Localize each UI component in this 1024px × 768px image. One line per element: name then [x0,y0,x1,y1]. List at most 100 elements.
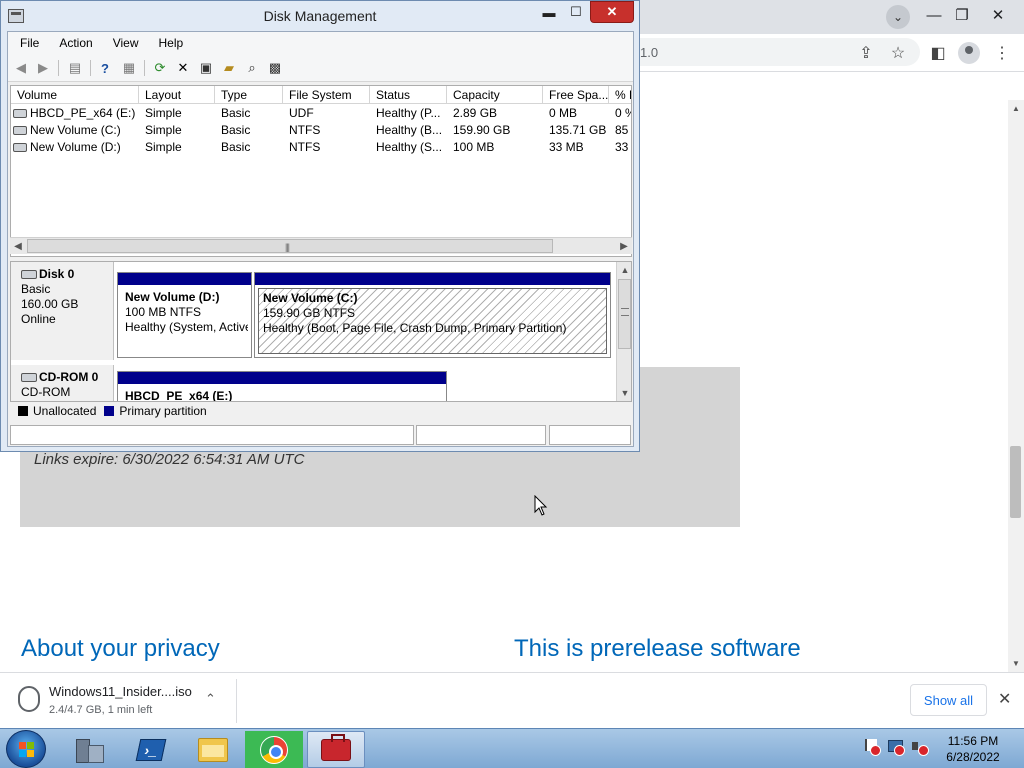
partition-bar [255,273,610,285]
partition-c[interactable]: New Volume (C:) 159.90 GB NTFS Healthy (… [254,272,611,358]
clock-time: 11:56 PM [947,734,999,748]
cell-free-space: 135.71 GB [549,123,607,137]
horizontal-scrollbar[interactable]: ◀ ||| ▶ [10,237,632,254]
side-panel-icon[interactable]: ◧ [926,41,950,65]
partition-info: New Volume (D:) 100 MB NTFS Healthy (Sys… [121,288,248,354]
column-layout[interactable]: Layout [139,86,215,104]
window-titlebar[interactable]: Disk Management ▬ ☐ ✕ [1,1,639,31]
taskbar: ›_ 11:56 PM 6/28/2022 [0,728,1024,768]
cell-status: Healthy (B... [376,123,443,137]
table-row[interactable]: HBCD_PE_x64 (E:) Simple Basic UDF Health… [11,105,631,122]
taskbar-disk-management[interactable] [307,731,365,768]
column-status[interactable]: Status [370,86,447,104]
scroll-right-icon[interactable]: ▶ [616,238,632,254]
start-button[interactable] [6,730,46,768]
cell-capacity: 159.90 GB [453,123,511,137]
table-row[interactable]: New Volume (C:) Simple Basic NTFS Health… [11,122,631,139]
download-file-name[interactable]: Windows11_Insider....iso [49,684,192,699]
taskbar-powershell[interactable]: ›_ [122,731,180,768]
prerelease-heading[interactable]: This is prerelease software [514,635,801,663]
status-pane [549,425,631,445]
delete-icon[interactable]: ✕ [174,59,192,77]
open-folder-icon[interactable]: ▰ [220,59,238,77]
properties-icon[interactable]: ▦ [120,59,138,77]
partition-info: HBCD_PE_x64 (E:) [121,387,443,401]
volume-icon[interactable] [910,737,929,756]
cell-layout: Simple [145,106,182,120]
chevron-up-icon[interactable]: ⌃ [205,691,216,707]
restore-icon[interactable]: ❐ [946,0,978,30]
column-volume[interactable]: Volume [11,86,139,104]
menu-view[interactable]: View [101,36,147,50]
tab-search-chevron-icon[interactable]: ⌄ [886,5,910,29]
scroll-down-icon[interactable]: ▼ [1012,659,1020,668]
column-percent-free[interactable]: % F [609,86,631,104]
refresh-icon[interactable]: ⟳ [151,59,169,77]
partition-d[interactable]: New Volume (D:) 100 MB NTFS Healthy (Sys… [117,272,252,358]
partition-e[interactable]: HBCD_PE_x64 (E:) [117,371,447,401]
search-icon[interactable]: ⌕ [243,59,261,77]
cell-percent-free: 33 [615,140,629,154]
cell-file-system: UDF [289,106,314,120]
back-arrow-icon[interactable]: ◀ [12,59,30,77]
scroll-down-icon[interactable]: ▼ [617,385,631,401]
column-capacity[interactable]: Capacity [447,86,543,104]
system-clock[interactable]: 11:56 PM 6/28/2022 [930,733,1016,765]
help-icon[interactable]: ? [96,59,114,77]
privacy-heading[interactable]: About your privacy [21,635,220,663]
column-file-system[interactable]: File System [283,86,370,104]
column-free-space[interactable]: Free Spa... [543,86,609,104]
cell-capacity: 100 MB [453,140,495,154]
cell-layout: Simple [145,140,182,154]
vertical-scrollbar[interactable]: ▲ ▼ [616,262,631,401]
profile-avatar[interactable] [958,42,980,64]
menu-file[interactable]: File [8,36,47,50]
maximize-button[interactable]: ☐ [563,1,589,23]
menu-action[interactable]: Action [47,36,100,50]
page-scrollbar[interactable]: ▲ ▼ [1008,100,1024,672]
disk-0-label[interactable]: Disk 0 Basic 160.00 GB Online [11,262,114,360]
cell-layout: Simple [145,123,182,137]
status-bar [8,424,633,446]
volume-list: Volume Layout Type File System Status Ca… [10,85,632,257]
clock-date: 6/28/2022 [946,750,1000,764]
network-icon[interactable] [886,737,905,756]
more-menu-icon[interactable]: ⋮ [990,41,1014,65]
close-button[interactable]: ✕ [590,1,634,23]
cell-file-system: NTFS [289,123,321,137]
console-tree-icon[interactable]: ▤ [66,59,84,77]
minimize-button[interactable]: ▬ [535,1,563,23]
scroll-thumb[interactable] [1010,446,1021,518]
scroll-thumb[interactable]: ||| [27,239,553,253]
action-center-flag-icon[interactable] [862,737,881,756]
scroll-thumb[interactable] [618,279,631,349]
legend: Unallocated Primary partition [10,402,632,420]
check-icon[interactable]: ▣ [197,59,215,77]
show-all-button[interactable]: Show all [910,684,987,716]
close-icon[interactable]: ✕ [982,0,1014,30]
forward-arrow-icon[interactable]: ▶ [34,59,52,77]
taskbar-chrome[interactable] [245,731,303,768]
scroll-left-icon[interactable]: ◀ [10,238,26,254]
cdrom-0-label[interactable]: CD-ROM 0 CD-ROM [11,365,114,401]
settings-icon[interactable]: ▩ [266,59,284,77]
scroll-up-icon[interactable]: ▲ [617,262,631,278]
cell-volume: New Volume (C:) [11,122,139,139]
cell-volume: New Volume (D:) [11,139,139,156]
taskbar-file-explorer[interactable] [184,731,242,768]
partition-bar [118,372,446,384]
disk-management-window: Disk Management ▬ ☐ ✕ File Action View H… [0,0,640,452]
scroll-up-icon[interactable]: ▲ [1012,104,1020,113]
file-progress-icon [18,686,40,712]
toolbar-separator [58,60,59,76]
close-shelf-icon[interactable]: ✕ [998,689,1011,709]
partition-size: 100 MB NTFS [125,305,202,319]
table-row[interactable]: New Volume (D:) Simple Basic NTFS Health… [11,139,631,156]
windows-logo-icon [19,742,35,758]
menu-help[interactable]: Help [147,36,192,50]
taskbar-server-manager[interactable] [60,731,118,768]
share-icon[interactable]: ⇪ [854,41,878,65]
bookmark-star-icon[interactable]: ☆ [886,41,910,65]
column-type[interactable]: Type [215,86,283,104]
status-pane [10,425,414,445]
